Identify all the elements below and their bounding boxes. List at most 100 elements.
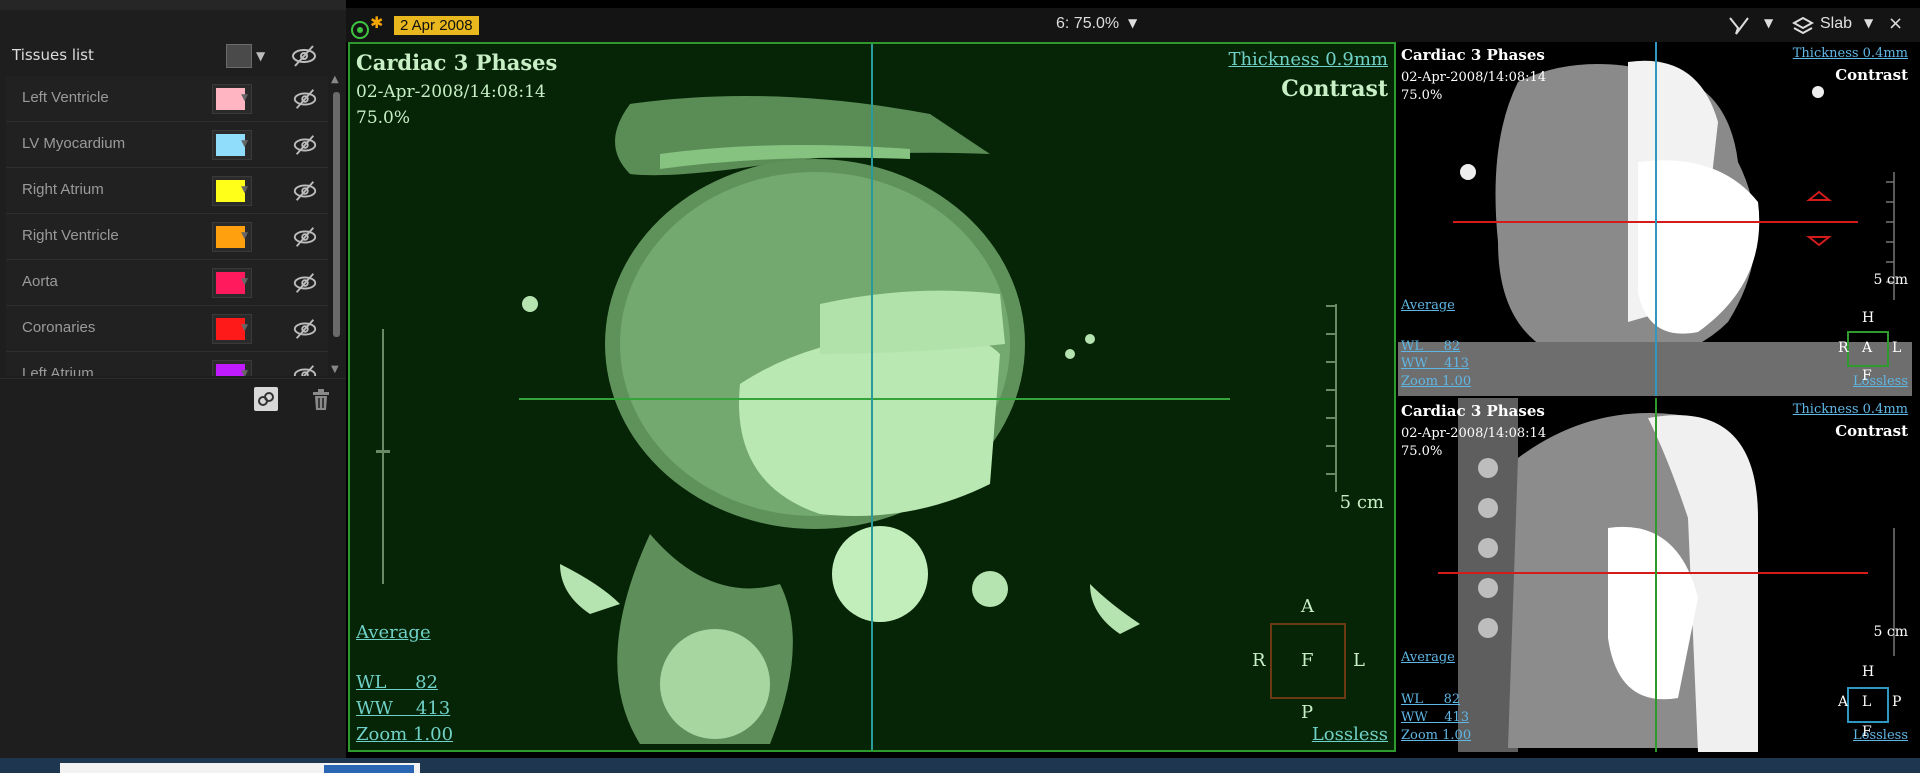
window-level-link[interactable]: WL 82 [356, 672, 438, 693]
tissue-color-button[interactable]: ▼ [212, 268, 252, 298]
tissue-color-button[interactable]: ▼ [212, 130, 252, 160]
visibility-eye-icon[interactable] [292, 178, 318, 208]
zoom-link[interactable]: Zoom 1.00 [1401, 374, 1471, 389]
coronal-viewport[interactable]: Cardiac 3 Phases 02-Apr-2008/14:08:14 75… [1398, 42, 1912, 396]
chevron-down-icon: ▼ [241, 139, 248, 149]
tissue-color-button[interactable]: ▼ [212, 176, 252, 206]
tissue-color-button[interactable]: ▼ [212, 84, 252, 114]
thickness-link[interactable]: Thickness 0.4mm [1793, 46, 1908, 61]
hide-all-eye-icon[interactable] [290, 42, 318, 74]
tissue-label: Right Ventricle [22, 227, 119, 244]
chevron-down-icon: ▼ [241, 93, 248, 103]
chevron-down-icon: ▼ [241, 369, 248, 376]
orient-bottom: F [1862, 368, 1872, 384]
sagittal-viewport[interactable]: Cardiac 3 Phases 02-Apr-2008/14:08:14 75… [1398, 398, 1912, 752]
window-level-link[interactable]: WL 82 [1401, 339, 1460, 354]
pointer-tool-icon[interactable] [1726, 14, 1756, 40]
orient-center: L [1862, 694, 1872, 710]
orient-right: L [1892, 340, 1902, 356]
contrast-label: Contrast [1281, 76, 1388, 102]
contrast-label: Contrast [1835, 66, 1908, 84]
tissue-row-lv-myocardium[interactable]: LV Myocardium ▼ [6, 122, 328, 168]
link-tissue-button[interactable] [254, 387, 278, 411]
series-title: Cardiac 3 Phases [356, 50, 558, 75]
scale-label: 5 cm [1873, 272, 1908, 288]
visibility-eye-icon[interactable] [292, 362, 318, 376]
zoom-percent: 75.0% [1401, 444, 1443, 459]
acquisition-datetime: 02-Apr-2008/14:08:14 [1401, 426, 1547, 441]
orient-bottom: P [1301, 702, 1314, 723]
close-icon[interactable]: × [1888, 13, 1903, 34]
orient-center: F [1301, 650, 1314, 671]
scale-label: 5 cm [1873, 624, 1908, 640]
thickness-link[interactable]: Thickness 0.4mm [1793, 402, 1908, 417]
chevron-down-icon[interactable]: ▼ [1128, 16, 1137, 30]
zoom-link[interactable]: Zoom 1.00 [356, 724, 453, 745]
date-badge: 2 Apr 2008 [394, 16, 479, 35]
tissue-color-button[interactable]: ▼ [212, 360, 252, 376]
series-title: Cardiac 3 Phases [1401, 402, 1545, 420]
chevron-down-icon[interactable]: ▼ [256, 49, 265, 63]
divider [0, 378, 346, 379]
scale-label: 5 cm [1339, 492, 1384, 513]
chevron-down-icon[interactable]: ▼ [1764, 16, 1773, 30]
axial-viewport[interactable]: Cardiac 3 Phases 02-Apr-2008/14:08:14 75… [348, 42, 1396, 752]
orient-center: A [1862, 340, 1873, 356]
trash-icon[interactable] [310, 387, 332, 415]
chevron-down-icon: ▼ [241, 231, 248, 241]
visibility-eye-icon[interactable] [292, 316, 318, 346]
bottom-action-button[interactable] [324, 765, 414, 773]
orient-top: A [1301, 596, 1314, 617]
slab-button[interactable]: Slab [1820, 15, 1852, 33]
window-width-link[interactable]: WW 413 [1401, 710, 1469, 725]
layers-icon[interactable] [1791, 16, 1815, 40]
tissue-row-left-atrium[interactable]: Left Atrium ▼ [6, 352, 328, 376]
chevron-down-icon: ▼ [241, 185, 248, 195]
zoom-link[interactable]: Zoom 1.00 [1401, 728, 1471, 743]
compression-link[interactable]: Lossless [1312, 724, 1388, 745]
scrollbar-thumb[interactable] [333, 92, 340, 337]
svg-text:✱: ✱ [370, 16, 383, 32]
tissue-list: Left Ventricle ▼ LV Myocardium ▼ Right A… [6, 76, 328, 376]
acquisition-datetime: 02-Apr-2008/14:08:14 [356, 82, 546, 102]
tissue-label: LV Myocardium [22, 135, 126, 152]
render-mode-link[interactable]: Average [356, 622, 431, 643]
orient-top: H [1862, 664, 1875, 680]
visibility-eye-icon[interactable] [292, 270, 318, 300]
render-mode-link[interactable]: Average [1401, 650, 1455, 665]
tissue-row-left-ventricle[interactable]: Left Ventricle ▼ [6, 76, 328, 122]
thickness-link[interactable]: Thickness 0.9mm [1228, 49, 1388, 70]
tissue-row-coronaries[interactable]: Coronaries ▼ [6, 306, 328, 352]
tissue-color-button[interactable]: ▼ [212, 314, 252, 344]
orient-left: R [1252, 650, 1266, 671]
orient-bottom: F [1862, 724, 1872, 740]
tissue-label: Aorta [22, 273, 58, 290]
contrast-label: Contrast [1835, 422, 1908, 440]
tissue-label: Coronaries [22, 319, 96, 336]
chevron-down-icon[interactable]: ▼ [1864, 16, 1873, 30]
window-width-link[interactable]: WW 413 [1401, 356, 1469, 371]
visibility-eye-icon[interactable] [292, 86, 318, 116]
zoom-percent: 75.0% [356, 108, 411, 128]
tissue-color-button[interactable]: ▼ [212, 222, 252, 252]
ct-coronal-image [1398, 42, 1912, 396]
window-width-link[interactable]: WW 413 [356, 698, 450, 719]
chevron-down-icon: ▼ [241, 277, 248, 287]
tissue-label: Left Atrium [22, 365, 94, 376]
tissue-label: Left Ventricle [22, 89, 109, 106]
visibility-eye-icon[interactable] [292, 132, 318, 162]
scroll-up-arrow-icon[interactable]: ▲ [331, 74, 339, 85]
visibility-eye-icon[interactable] [292, 224, 318, 254]
tissue-row-right-ventricle[interactable]: Right Ventricle ▼ [6, 214, 328, 260]
tissue-row-right-atrium[interactable]: Right Atrium ▼ [6, 168, 328, 214]
orient-right: L [1353, 650, 1365, 671]
render-mode-link[interactable]: Average [1401, 298, 1455, 313]
zoom-readout[interactable]: 6: 75.0% [1056, 15, 1119, 33]
tissue-label: Right Atrium [22, 181, 104, 198]
window-level-link[interactable]: WL 82 [1401, 692, 1460, 707]
color-picker-button[interactable] [226, 44, 252, 68]
tissues-list-title: Tissues list [12, 46, 94, 64]
tissue-row-aorta[interactable]: Aorta ▼ [6, 260, 328, 306]
scroll-down-arrow-icon[interactable]: ▼ [331, 364, 339, 375]
panel-top-strip [0, 0, 346, 10]
